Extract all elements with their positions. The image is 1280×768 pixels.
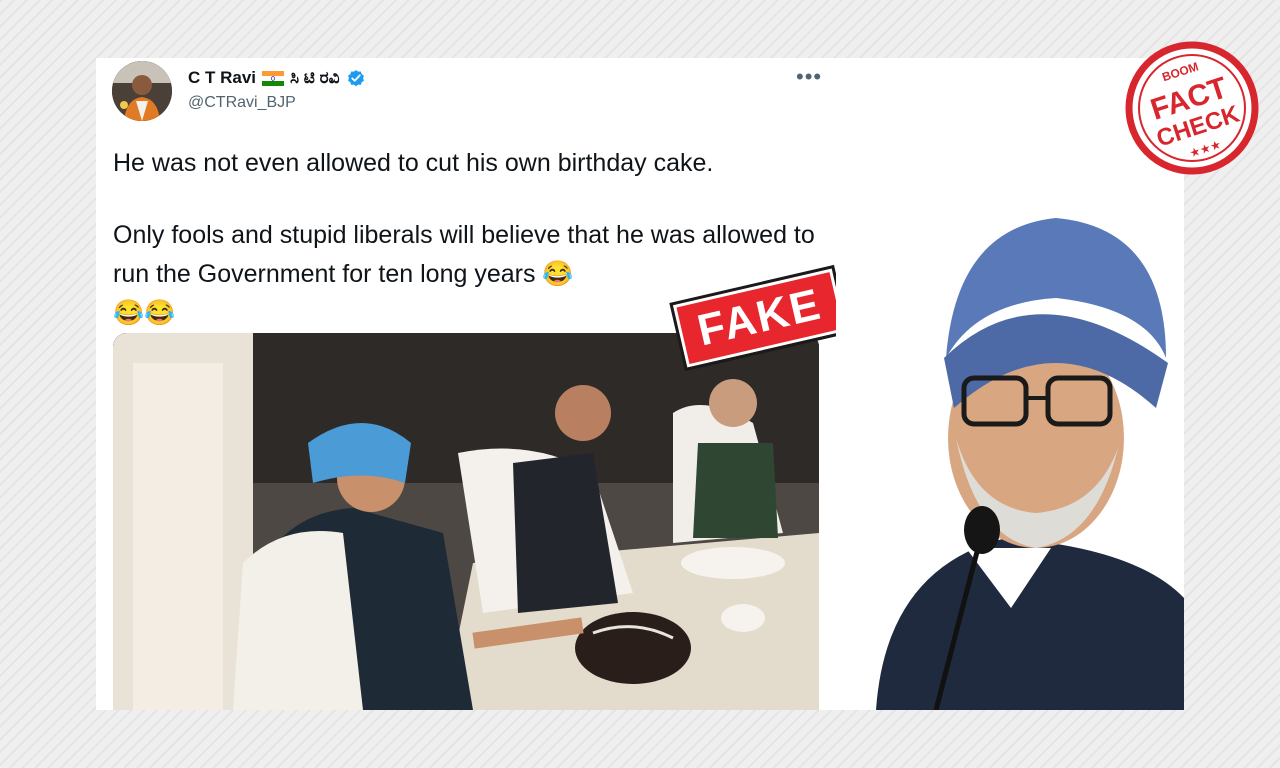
avatar-image — [112, 61, 172, 121]
portrait-photo — [836, 208, 1184, 710]
verified-badge-icon — [347, 70, 364, 87]
display-name-kannada: ಸಿ ಟಿ ರವಿ — [290, 68, 340, 87]
tweet-line-1: He was not even allowed to cut his own b… — [113, 149, 714, 177]
more-options-icon[interactable]: ••• — [796, 64, 822, 90]
fact-check-stamp: BOOM FACT CHECK ★★★ — [1125, 41, 1259, 175]
author-name-row[interactable]: C T Ravi ಸಿ ಟಿ ರವಿ — [188, 68, 366, 88]
tweet-card: C T Ravi ಸಿ ಟಿ ರವಿ @CTRavi_BJP ••• He wa… — [96, 58, 1184, 710]
tweet-media-image[interactable] — [113, 333, 819, 710]
avatar[interactable] — [112, 61, 172, 121]
author-handle[interactable]: @CTRavi_BJP — [188, 94, 296, 112]
cake-cutting-photo — [113, 333, 819, 710]
india-flag-icon — [262, 70, 285, 86]
display-name[interactable]: C T Ravi — [188, 68, 256, 88]
tweet-line-2: Only fools and stupid liberals will beli… — [113, 221, 815, 288]
